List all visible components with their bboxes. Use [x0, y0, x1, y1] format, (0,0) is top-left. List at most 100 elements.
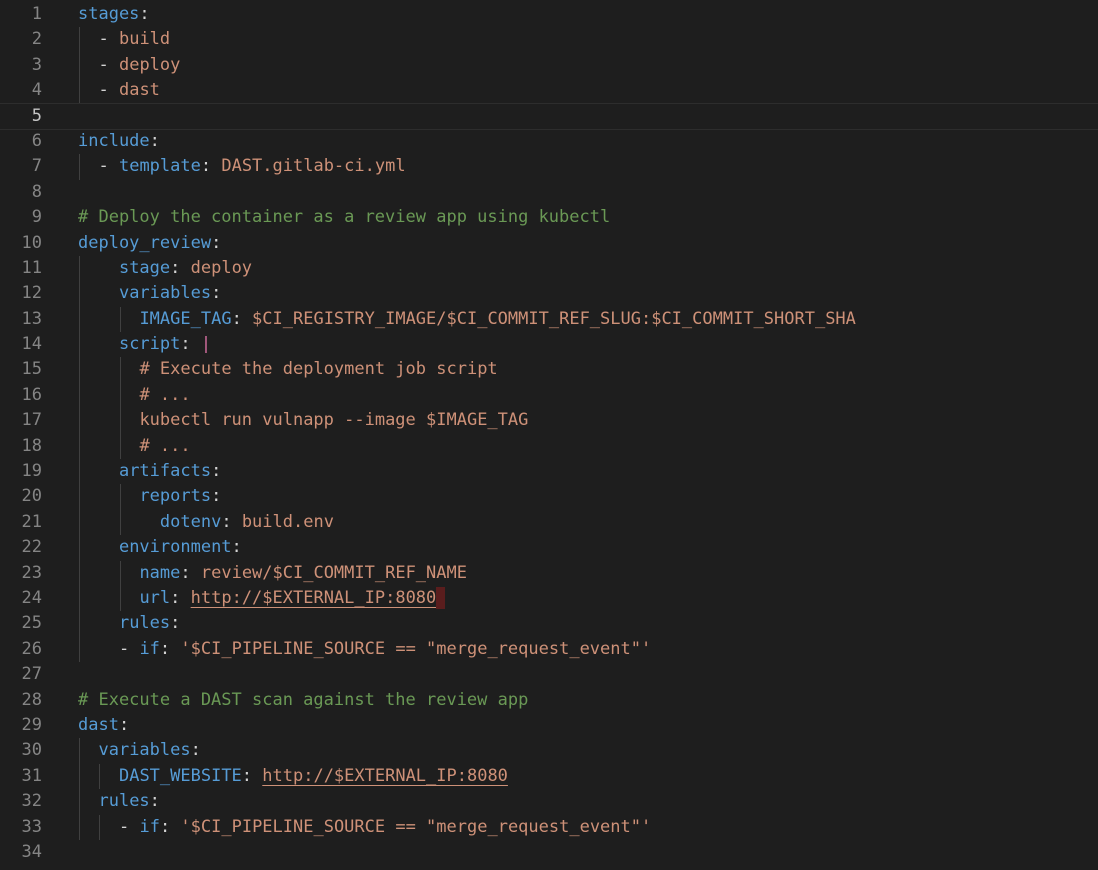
code-line[interactable]: 14 script: |	[0, 332, 1098, 358]
indent-guide	[78, 738, 98, 765]
yaml-key: stages	[78, 4, 140, 24]
line-content: kubectl run vulnapp --image $IMAGE_TAG	[78, 408, 528, 435]
yaml-comment: # Execute a DAST scan against the review…	[78, 689, 529, 710]
code-line[interactable]: 26 - if: '$CI_PIPELINE_SOURCE == "merge_…	[0, 636, 1098, 663]
code-line[interactable]: 34	[0, 840, 1098, 865]
punctuation: :	[211, 283, 222, 304]
punctuation: :	[231, 308, 253, 329]
line-content: - if: '$CI_PIPELINE_SOURCE == "merge_req…	[78, 814, 651, 841]
url-link[interactable]: http://$EXTERNAL_IP:8080	[262, 766, 508, 786]
yaml-string: build.env	[241, 511, 334, 532]
code-line[interactable]: 21 dotenv: build.env	[0, 509, 1098, 536]
code-line[interactable]: 1 stages:	[0, 2, 1098, 27]
yaml-key: name	[139, 562, 181, 583]
code-line[interactable]: 12 variables:	[0, 281, 1098, 308]
indent-guide	[78, 52, 98, 79]
punctuation: -	[98, 29, 119, 50]
punctuation: -	[118, 816, 140, 837]
code-line[interactable]: 17 kubectl run vulnapp --image $IMAGE_TA…	[0, 408, 1098, 435]
code-line[interactable]: 24 url: http://$EXTERNAL_IP:8080	[0, 585, 1098, 612]
yaml-comment: # Deploy the container as a review app u…	[78, 207, 611, 228]
indent-guide	[119, 433, 139, 460]
code-line[interactable]: 29 dast:	[0, 713, 1098, 738]
code-line[interactable]: 5	[0, 102, 1098, 130]
yaml-string: # ...	[139, 384, 191, 405]
code-line[interactable]: 8	[0, 180, 1098, 205]
line-content: include:	[78, 129, 160, 154]
yaml-key: environment	[118, 537, 232, 558]
code-line[interactable]: 33 - if: '$CI_PIPELINE_SOURCE == "merge_…	[0, 814, 1098, 841]
line-content: - dast	[78, 78, 160, 104]
code-line[interactable]: 23 name: review/$CI_COMMIT_REF_NAME	[0, 560, 1098, 587]
indent-guide	[119, 408, 139, 435]
line-number: 32	[21, 791, 42, 812]
yaml-key: variables	[118, 283, 212, 304]
line-number: 3	[31, 54, 42, 75]
code-line[interactable]: 18 # ...	[0, 433, 1098, 460]
code-line[interactable]: 3 - deploy	[0, 52, 1098, 79]
indent-guide	[78, 789, 98, 815]
indent-guide	[78, 509, 119, 536]
line-content: stages:	[78, 2, 150, 27]
line-content: url: http://$EXTERNAL_IP:8080	[78, 585, 446, 612]
yaml-key: template	[118, 156, 201, 177]
code-line[interactable]: 6 include:	[0, 129, 1098, 154]
code-line[interactable]: 16 # ...	[0, 382, 1098, 409]
code-line[interactable]: 2 - build	[0, 27, 1098, 54]
punctuation: :	[190, 740, 201, 761]
yaml-string: # Execute the deployment job script	[139, 359, 498, 380]
punctuation: :	[118, 714, 130, 735]
code-line[interactable]: 28 # Execute a DAST scan against the revi…	[0, 688, 1098, 713]
line-number: 27	[21, 664, 42, 685]
code-line[interactable]: 10 deploy_review:	[0, 231, 1098, 256]
line-number: 7	[31, 156, 42, 177]
punctuation: :	[221, 511, 242, 532]
punctuation: :	[159, 816, 181, 837]
code-line[interactable]: 20 reports:	[0, 484, 1098, 511]
code-line[interactable]: 31 DAST_WEBSITE: http://$EXTERNAL_IP:808…	[0, 763, 1098, 790]
code-line[interactable]: 19 artifacts:	[0, 459, 1098, 485]
line-number: 11	[21, 257, 42, 278]
line-number: 5	[31, 105, 42, 126]
line-number: 14	[21, 334, 42, 355]
code-line[interactable]: 15 # Execute the deployment job script	[0, 357, 1098, 384]
line-number: 25	[21, 613, 42, 634]
code-line[interactable]: 13 IMAGE_TAG: $CI_REGISTRY_IMAGE/$CI_COM…	[0, 306, 1098, 333]
yaml-key: url	[139, 587, 171, 608]
code-line[interactable]: 7 - template: DAST.gitlab-ci.yml	[0, 154, 1098, 181]
punctuation: -	[98, 54, 119, 75]
indent-guide	[119, 509, 160, 536]
code-editor[interactable]: 1 stages: 2 - build 3 - deploy 4 - dast 5 6 inc…	[0, 2, 1098, 865]
line-content: IMAGE_TAG: $CI_REGISTRY_IMAGE/$CI_COMMIT…	[78, 306, 856, 333]
indent-guide	[119, 306, 139, 333]
yaml-key: dotenv	[159, 511, 222, 532]
yaml-key: stage	[118, 257, 171, 278]
indent-guide	[119, 560, 139, 587]
code-line[interactable]: 32 rules:	[0, 789, 1098, 815]
code-line[interactable]: 22 environment:	[0, 535, 1098, 562]
line-content: stage: deploy	[78, 255, 252, 282]
code-line[interactable]: 27	[0, 662, 1098, 687]
line-number: 4	[31, 80, 42, 101]
punctuation: :	[211, 486, 222, 507]
code-line[interactable]: 25 rules:	[0, 611, 1098, 638]
indent-guide	[98, 814, 118, 841]
code-line[interactable]: 11 stage: deploy	[0, 255, 1098, 282]
line-number: 9	[31, 207, 42, 228]
punctuation: :	[211, 232, 222, 253]
line-number: 13	[21, 308, 42, 329]
line-number: 20	[21, 486, 42, 507]
code-line[interactable]: 4 - dast	[0, 78, 1098, 104]
indent-guide	[78, 382, 119, 409]
code-line[interactable]: 30 variables:	[0, 738, 1098, 765]
yaml-string: '$CI_PIPELINE_SOURCE == "merge_request_e…	[180, 638, 652, 659]
yaml-key: rules	[98, 791, 150, 812]
yaml-key: dast	[78, 714, 119, 735]
indent-guide	[119, 357, 139, 384]
punctuation: :	[200, 156, 222, 177]
indent-guide	[78, 814, 98, 841]
url-link[interactable]: http://$EXTERNAL_IP:8080	[191, 588, 437, 608]
line-number: 30	[21, 740, 42, 761]
line-number: 34	[21, 841, 42, 862]
code-line[interactable]: 9 # Deploy the container as a review app …	[0, 205, 1098, 230]
